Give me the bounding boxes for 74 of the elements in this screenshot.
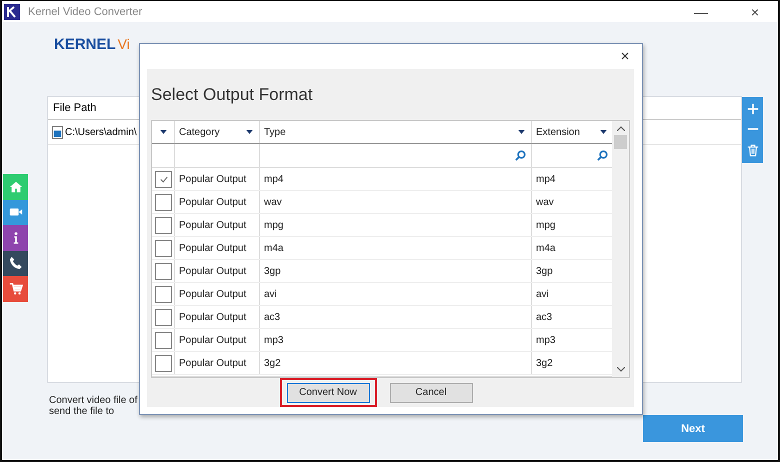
table-cell: m4a	[536, 242, 556, 254]
table-cell: wav	[264, 196, 282, 208]
plus-icon[interactable]	[746, 103, 758, 116]
table-cell: 3g2	[536, 358, 553, 368]
info-text: Convert video file of	[49, 395, 138, 406]
table-cell: Popular Output	[179, 174, 246, 184]
cancel-button[interactable]: Cancel	[390, 382, 472, 403]
table-cell: avi	[536, 288, 549, 300]
dropdown-arrow-icon[interactable]	[160, 130, 166, 134]
cart-icon	[8, 282, 22, 296]
table-cell: mp4	[264, 174, 284, 184]
scroll-up-icon[interactable]	[616, 126, 624, 131]
close-button[interactable]: ×	[732, 4, 778, 20]
table-cell: wav	[536, 196, 554, 208]
checkbox[interactable]	[155, 308, 172, 326]
table-cell: mp4	[536, 174, 556, 184]
minimize-button[interactable]: —	[678, 4, 724, 20]
dialog-title: Select Output Format	[151, 84, 314, 106]
table-cell: Popular Output	[179, 242, 246, 254]
cart-nav-button[interactable]	[3, 276, 28, 302]
check-icon	[160, 176, 168, 182]
table-cell: mp3	[536, 334, 556, 346]
convert-button[interactable]: Convert Now	[286, 382, 370, 403]
window-title: Kernel Video Converter	[28, 6, 142, 18]
video-file-icon	[52, 126, 63, 138]
checkbox[interactable]	[155, 170, 172, 188]
logo-brand: KERNEL	[54, 36, 116, 53]
file-path: C:\Users\admin\	[65, 126, 137, 138]
home-nav-button[interactable]	[3, 174, 28, 200]
dropdown-arrow-icon[interactable]	[518, 130, 525, 134]
trash-icon[interactable]	[746, 144, 758, 157]
table-cell: Popular Output	[179, 334, 246, 346]
column-header[interactable]: Category	[179, 126, 220, 138]
dropdown-arrow-icon[interactable]	[600, 130, 607, 134]
checkbox[interactable]	[155, 332, 172, 348]
table-cell: Popular Output	[179, 220, 246, 230]
checkbox[interactable]	[155, 240, 172, 256]
table-cell: mpg	[536, 220, 556, 230]
table-cell: Popular Output	[179, 196, 246, 208]
table-cell: mpg	[264, 220, 284, 230]
column-header: File Path	[53, 102, 96, 114]
table-cell: ac3	[536, 312, 552, 322]
table-cell: Popular Output	[179, 358, 246, 368]
table-cell: mp3	[264, 334, 284, 346]
close-button[interactable]: ×	[608, 44, 642, 69]
info-text: send the file to	[49, 406, 116, 417]
checkbox[interactable]	[155, 194, 172, 210]
checkbox[interactable]	[155, 286, 172, 302]
checkbox[interactable]	[155, 354, 172, 372]
table-cell: Popular Output	[179, 312, 246, 322]
column-header[interactable]: Extension	[536, 126, 580, 138]
search-icon[interactable]	[515, 150, 526, 161]
table-cell: avi	[264, 288, 277, 300]
phone-nav-button[interactable]	[3, 250, 28, 276]
table-cell: Popular Output	[179, 266, 246, 276]
table-cell: m4a	[264, 242, 284, 254]
table-cell: 3gp	[536, 266, 553, 276]
info-nav-button[interactable]	[3, 225, 28, 250]
phone-icon	[8, 256, 22, 270]
scroll-thumb[interactable]	[614, 135, 627, 149]
table-cell: 3gp	[264, 266, 281, 276]
scroll-down-icon[interactable]	[616, 367, 624, 372]
scrollbar[interactable]	[612, 121, 629, 377]
column-header[interactable]: Type	[264, 126, 286, 138]
video-nav-button[interactable]	[3, 200, 28, 225]
checkbox[interactable]	[155, 262, 172, 280]
search-icon[interactable]	[597, 150, 608, 161]
home-icon	[8, 180, 22, 194]
dropdown-arrow-icon[interactable]	[246, 130, 253, 134]
logo-product: Vi	[118, 36, 130, 52]
checkbox[interactable]	[155, 216, 172, 234]
table-cell: 3g2	[264, 358, 281, 368]
table-cell: ac3	[264, 312, 280, 322]
table-cell: Popular Output	[179, 288, 246, 300]
